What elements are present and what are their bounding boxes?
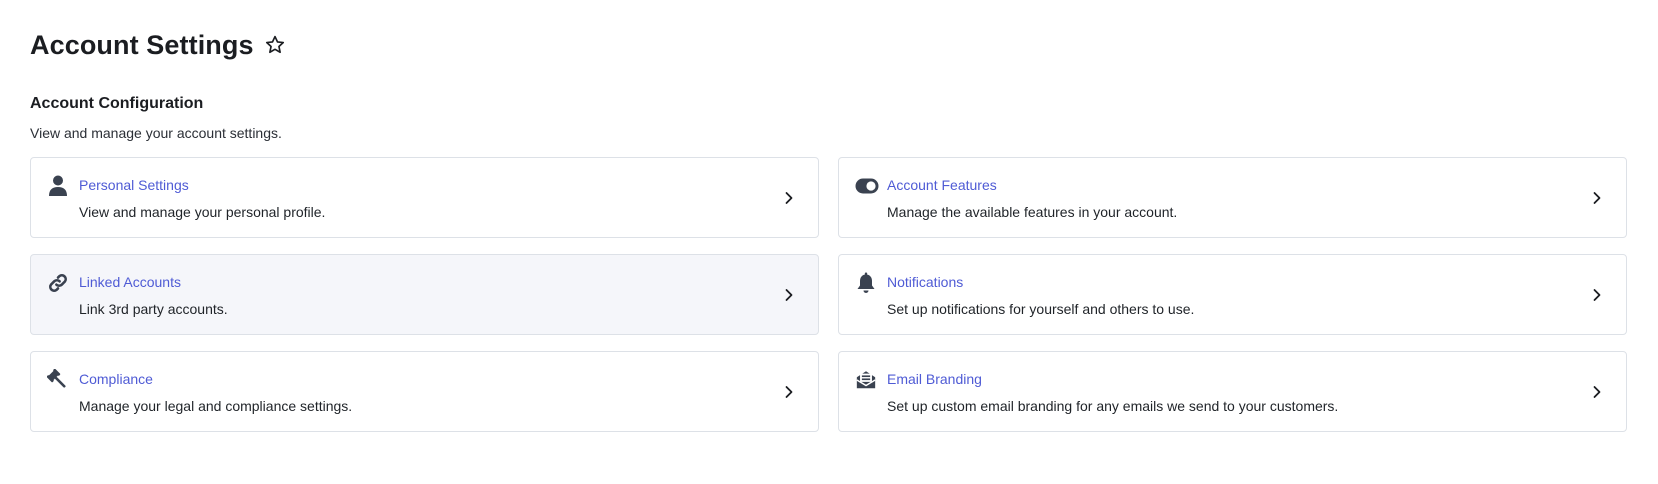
- gavel-icon: [47, 369, 69, 391]
- chevron-right-icon: [1590, 384, 1604, 400]
- card-description: Manage the available features in your ac…: [887, 204, 1178, 220]
- card-compliance[interactable]: Compliance Manage your legal and complia…: [30, 351, 819, 432]
- chevron-right-icon: [782, 190, 796, 206]
- star-outline-icon: [265, 35, 284, 54]
- card-description: Set up custom email branding for any ema…: [887, 398, 1339, 414]
- card-description: Link 3rd party accounts.: [79, 301, 228, 317]
- card-title[interactable]: Personal Settings: [79, 176, 189, 194]
- card-title[interactable]: Linked Accounts: [79, 273, 181, 291]
- chevron-right-icon: [1590, 287, 1604, 303]
- card-description: Set up notifications for yourself and ot…: [887, 301, 1195, 317]
- email-branding-icon: [855, 369, 877, 391]
- bell-icon: [855, 272, 877, 294]
- card-description: View and manage your personal profile.: [79, 204, 326, 220]
- section-description: View and manage your account settings.: [30, 125, 282, 141]
- account-settings-page: Account Settings Account Configuration V…: [0, 22, 1658, 432]
- favorite-button[interactable]: [263, 33, 287, 57]
- toggle-icon: [854, 175, 880, 197]
- chevron-right-icon: [1590, 190, 1604, 206]
- card-notifications[interactable]: Notifications Set up notifications for y…: [838, 254, 1627, 335]
- page-title: Account Settings: [30, 29, 254, 60]
- card-email-branding[interactable]: Email Branding Set up custom email brand…: [838, 351, 1627, 432]
- card-personal-settings[interactable]: Personal Settings View and manage your p…: [30, 157, 819, 238]
- card-title[interactable]: Email Branding: [887, 370, 982, 388]
- card-description: Manage your legal and compliance setting…: [79, 398, 353, 414]
- card-account-features[interactable]: Account Features Manage the available fe…: [838, 157, 1627, 238]
- chevron-right-icon: [782, 287, 796, 303]
- user-icon: [47, 175, 69, 197]
- page-header: Account Settings: [30, 22, 1628, 68]
- settings-card-grid: Personal Settings View and manage your p…: [30, 157, 1628, 432]
- card-title[interactable]: Compliance: [79, 370, 153, 388]
- chevron-right-icon: [782, 384, 796, 400]
- card-title[interactable]: Notifications: [887, 273, 963, 291]
- card-linked-accounts[interactable]: Linked Accounts Link 3rd party accounts.: [30, 254, 819, 335]
- card-title[interactable]: Account Features: [887, 176, 997, 194]
- section-title: Account Configuration: [30, 95, 204, 112]
- link-icon: [47, 272, 69, 294]
